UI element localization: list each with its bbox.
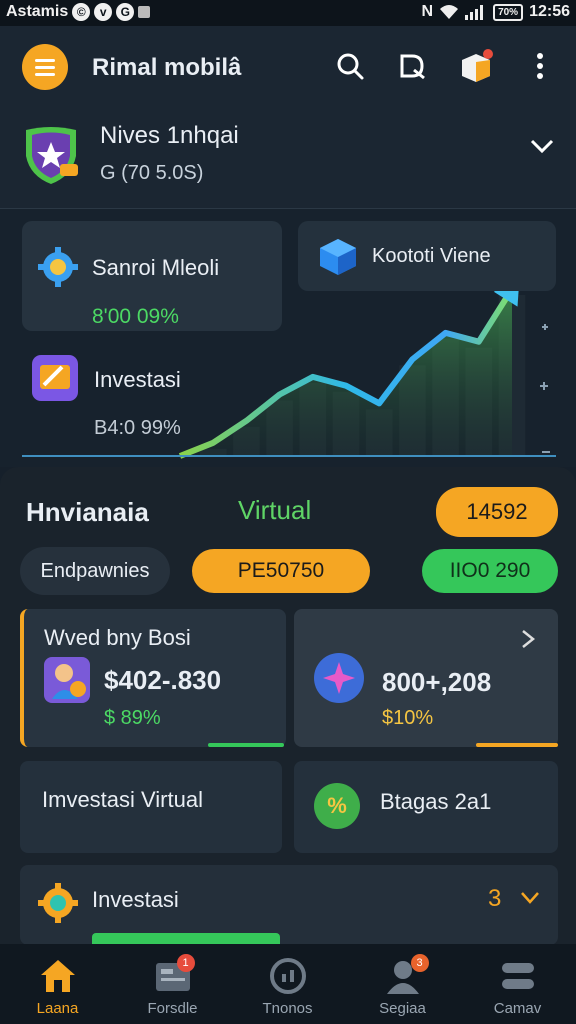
nav-item-portfolio[interactable]: 1 Forsdle bbox=[115, 944, 230, 1024]
tile-change: $10% bbox=[382, 707, 434, 729]
nav-label: Laana bbox=[36, 1000, 79, 1017]
gift-box-icon[interactable] bbox=[458, 48, 494, 84]
gear-icon bbox=[38, 883, 78, 923]
bottom-navigation: Laana 1 Forsdle Tnonos 3 Segiaa Camav bbox=[0, 944, 576, 1024]
app-icon: v bbox=[94, 3, 113, 21]
card-label: Koototi Viene bbox=[372, 245, 491, 267]
home-icon bbox=[38, 956, 78, 996]
more-options-icon[interactable] bbox=[522, 48, 558, 84]
tile-progress bbox=[476, 743, 558, 747]
notification-badge: 1 bbox=[176, 954, 195, 972]
tile-btagas[interactable]: % Btagas 2a1 bbox=[294, 761, 558, 853]
percent-icon: % bbox=[314, 783, 360, 829]
investment-panel: Hnvianaia Virtual 14592 Endpawnies PE507… bbox=[0, 467, 576, 945]
card-label: Sanroi Mleoli bbox=[92, 255, 220, 280]
nav-item-trends[interactable]: Tnonos bbox=[230, 944, 345, 1024]
tile-wved[interactable]: Wved bny Bosi $402-.830 $ 89% bbox=[20, 609, 286, 747]
menu-button[interactable] bbox=[22, 44, 68, 90]
filter-endpawnies[interactable]: Endpawnies bbox=[20, 547, 170, 595]
battery-indicator: 70% bbox=[493, 3, 524, 21]
filter-orange-pill[interactable]: PE50750 bbox=[192, 549, 370, 593]
nav-item-profile[interactable]: 3 Segiaa bbox=[345, 944, 460, 1024]
search-icon[interactable] bbox=[332, 48, 368, 84]
wifi-icon bbox=[440, 5, 459, 19]
character-icon bbox=[44, 657, 90, 703]
nfc-icon: N bbox=[421, 3, 434, 20]
row-title: Investasi bbox=[92, 887, 179, 912]
nav-item-home[interactable]: Laana bbox=[0, 944, 115, 1024]
profile-name: Nives 1nhqai bbox=[100, 122, 239, 149]
nav-label: Segiaa bbox=[379, 1000, 426, 1017]
card-value: 8'00 09% bbox=[92, 305, 179, 328]
shield-badge-icon bbox=[26, 127, 78, 184]
chevron-right-icon[interactable] bbox=[520, 629, 536, 649]
gear-icon bbox=[38, 247, 78, 287]
tile-800[interactable]: 800+,208 $10% bbox=[294, 609, 558, 747]
nav-label: Forsdle bbox=[147, 1000, 198, 1017]
card-sanroi[interactable]: Sanroi Mleoli 8'00 09% bbox=[22, 221, 282, 331]
card-koototi[interactable]: Koototi Viene bbox=[298, 221, 556, 291]
wallet-icon bbox=[32, 355, 78, 401]
chevron-down-icon[interactable] bbox=[530, 138, 554, 154]
nav-item-game[interactable]: Camav bbox=[460, 944, 575, 1024]
portfolio-icon: 1 bbox=[153, 954, 195, 996]
status-left: Astamis © v G bbox=[6, 3, 151, 21]
cube-icon bbox=[320, 239, 356, 275]
status-bar: Astamis © v G N 70% 12:56 bbox=[0, 0, 576, 26]
tile-title: Wved bny Bosi bbox=[44, 625, 191, 650]
row-count: 3 bbox=[488, 885, 502, 912]
tile-title: Btagas 2a1 bbox=[380, 789, 492, 814]
notification-badge: 3 bbox=[410, 954, 429, 972]
tab-virtual[interactable]: Virtual bbox=[238, 495, 311, 526]
notification-icon: © bbox=[72, 3, 91, 21]
tile-progress bbox=[208, 743, 284, 747]
screenshot-icon bbox=[138, 6, 151, 18]
nav-label: Camav bbox=[493, 1000, 542, 1017]
nav-label: Tnonos bbox=[262, 1000, 313, 1017]
stack-icon bbox=[498, 956, 538, 996]
star-burst-icon bbox=[314, 653, 364, 703]
points-badge[interactable]: 14592 bbox=[436, 487, 558, 537]
carrier-label: Astamis bbox=[6, 3, 69, 20]
clock-icon bbox=[268, 956, 308, 996]
tile-value: 800+,208 bbox=[382, 667, 492, 697]
investasi-label: Investasi bbox=[94, 367, 181, 392]
tile-value: $402-.830 bbox=[104, 665, 222, 695]
profile-icon: 3 bbox=[383, 954, 429, 996]
app-icon-2: G bbox=[116, 3, 135, 21]
tile-title: Imvestasi Virtual bbox=[42, 787, 203, 812]
filter-green-pill[interactable]: IIO0 290 bbox=[422, 549, 558, 593]
investasi-value: B4:0 99% bbox=[94, 417, 181, 439]
investasi-row[interactable]: Investasi 3 bbox=[20, 865, 558, 945]
profile-id: G (70 5.0S) bbox=[100, 162, 204, 184]
tab-hnvianaia[interactable]: Hnvianaia bbox=[26, 497, 149, 528]
clock: 12:56 bbox=[529, 3, 570, 20]
app-title: Rimal mobilâ bbox=[92, 54, 242, 81]
chart-sparkle bbox=[540, 324, 550, 453]
signal-icon bbox=[465, 5, 484, 20]
tile-imvestasi-virtual[interactable]: Imvestasi Virtual bbox=[20, 761, 282, 853]
profile-section[interactable]: Nives 1nhqai G (70 5.0S) bbox=[0, 110, 576, 209]
status-right: N 70% 12:56 bbox=[421, 3, 570, 21]
tile-change: $ 89% bbox=[104, 707, 161, 729]
chart-section: Sanroi Mleoli 8'00 09% Koototi Viene Inv… bbox=[0, 209, 576, 467]
filter-icon[interactable] bbox=[394, 48, 430, 84]
chevron-down-icon[interactable] bbox=[520, 891, 540, 905]
app-header: Rimal mobilâ bbox=[0, 26, 576, 110]
